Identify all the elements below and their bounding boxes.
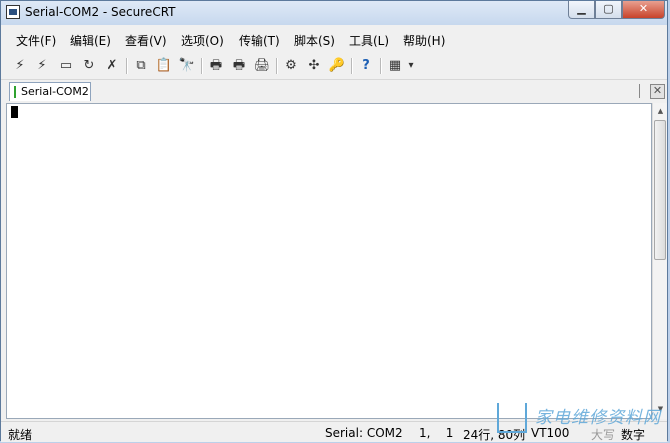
- toolbar-separator: [276, 58, 278, 74]
- terminal-area[interactable]: [6, 103, 652, 419]
- toolbar-separator: [351, 58, 353, 74]
- menu-view[interactable]: 查看(V): [125, 32, 167, 49]
- maximize-button[interactable]: ▢: [595, 1, 622, 19]
- securecrt-window: Serial-COM2 - SecureCRT ▁ ▢ ✕ 文件(F) 编辑(E…: [0, 0, 668, 442]
- print-icon[interactable]: 🖶: [207, 57, 225, 75]
- tab-scroll-handle[interactable]: [639, 84, 648, 98]
- print-selection-icon[interactable]: 🖶: [230, 57, 248, 75]
- minimize-button[interactable]: ▁: [568, 1, 595, 19]
- tab-serial-com2[interactable]: Serial-COM2: [9, 82, 91, 101]
- scroll-thumb[interactable]: [654, 120, 666, 260]
- connect-icon[interactable]: ⚡: [11, 57, 29, 75]
- tab-close-icon[interactable]: ✕: [650, 84, 665, 99]
- securecrt-app-icon[interactable]: [6, 5, 20, 19]
- status-caps-lock: 大写: [591, 428, 616, 442]
- toolbar: ⚡ ⚡ ▭ ↻ ✗ ⧉ 📋 🔭 🖶 🖶 🖨 ⚙ ✣ 🔑 ? ▦ ▾: [1, 53, 667, 80]
- menu-options[interactable]: 选项(O): [181, 32, 224, 49]
- status-emulation: VT100: [531, 426, 570, 440]
- menu-help[interactable]: 帮助(H): [403, 32, 445, 49]
- session-tab-bar: Serial-COM2 ✕: [5, 81, 665, 101]
- title-bar[interactable]: Serial-COM2 - SecureCRT ▁ ▢ ✕: [1, 1, 667, 25]
- status-cursor-position: 1, 1: [419, 426, 454, 440]
- toolbar-overflow-icon[interactable]: ▾: [406, 57, 416, 75]
- toolbar-options-icon[interactable]: ▦: [386, 57, 404, 75]
- menu-file[interactable]: 文件(F): [16, 32, 56, 49]
- tab-connected-indicator: [14, 86, 16, 98]
- keymap-icon[interactable]: 🔑: [328, 57, 346, 75]
- menu-edit[interactable]: 编辑(E): [70, 32, 111, 49]
- vertical-scrollbar[interactable]: ▲ ▼: [652, 103, 667, 419]
- menu-transfer[interactable]: 传输(T): [239, 32, 280, 49]
- status-num-lock: 数字: [621, 428, 646, 442]
- window-title: Serial-COM2 - SecureCRT: [25, 5, 176, 19]
- find-icon[interactable]: 🔭: [178, 57, 196, 75]
- copy-icon[interactable]: ⧉: [132, 57, 150, 75]
- menu-script[interactable]: 脚本(S): [294, 32, 335, 49]
- disconnect-icon[interactable]: ✗: [103, 57, 121, 75]
- status-bar: 就绪 Serial: COM2 1, 1 24行, 80列 VT100 大写 数…: [1, 421, 667, 442]
- paste-icon[interactable]: 📋: [155, 57, 173, 75]
- scroll-up-icon[interactable]: ▲: [654, 104, 667, 119]
- reconnect-icon[interactable]: ↻: [80, 57, 98, 75]
- toolbar-separator: [126, 58, 128, 74]
- printer-icon[interactable]: 🖨: [253, 57, 271, 75]
- toolbar-separator: [380, 58, 382, 74]
- menu-tools[interactable]: 工具(L): [349, 32, 389, 49]
- close-button[interactable]: ✕: [622, 1, 665, 19]
- connect-tab-icon[interactable]: ▭: [57, 57, 75, 75]
- global-options-icon[interactable]: ✣: [305, 57, 323, 75]
- status-serial-port: Serial: COM2: [325, 426, 403, 440]
- help-icon[interactable]: ?: [357, 57, 375, 75]
- quick-connect-icon[interactable]: ⚡: [33, 57, 51, 75]
- terminal-cursor: [11, 106, 18, 118]
- menu-bar: 文件(F) 编辑(E) 查看(V) 选项(O) 传输(T) 脚本(S) 工具(L…: [1, 29, 667, 51]
- session-options-icon[interactable]: ⚙: [282, 57, 300, 75]
- tab-label: Serial-COM2: [21, 85, 89, 98]
- status-terminal-size: 24行, 80列: [463, 428, 526, 442]
- scroll-down-icon[interactable]: ▼: [654, 402, 667, 417]
- status-ready: 就绪: [8, 428, 33, 442]
- toolbar-separator: [201, 58, 203, 74]
